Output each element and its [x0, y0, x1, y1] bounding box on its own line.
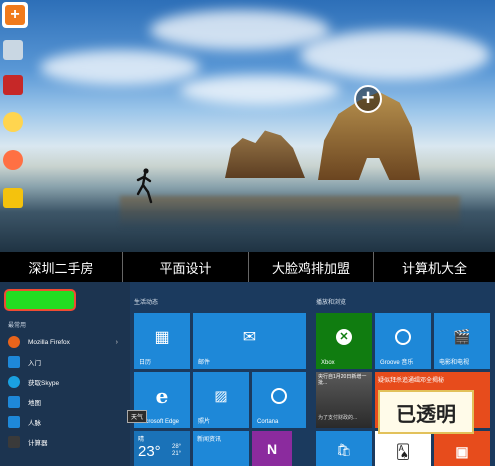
tile-mail[interactable]: ✉ 邮件: [193, 313, 306, 369]
rock-reflection: [120, 196, 460, 228]
start-menu-app-list: 最常用 Mozilla Firefox › 入门 获取Skype 地图 人脉 计…: [0, 282, 130, 466]
tile-cortana[interactable]: Cortana: [252, 372, 306, 428]
groove-icon: [395, 328, 411, 345]
weather-range: 28° 21°: [172, 444, 182, 457]
news-headline: 央行自1月20日新增一批...: [318, 374, 367, 386]
app-item-maps[interactable]: 地图: [0, 392, 130, 412]
tile-movies[interactable]: 🎬 电影和电视: [434, 313, 490, 369]
cortana-icon: [271, 387, 287, 404]
link-shenzhen-housing[interactable]: 深圳二手房: [0, 252, 123, 282]
app-item-firefox[interactable]: Mozilla Firefox ›: [0, 332, 130, 352]
calculator-icon: [8, 436, 20, 448]
transparent-badge: 已透明: [378, 390, 474, 434]
most-used-label: 最常用: [8, 323, 27, 329]
app-item-label: 计算器: [28, 440, 48, 447]
link-chicken-franchise[interactable]: 大脸鸡排加盟: [249, 252, 374, 282]
photos-icon: ▨: [214, 387, 228, 404]
tile-store[interactable]: 🛍: [316, 431, 372, 466]
user-account-button[interactable]: [4, 289, 76, 311]
tile-label: 邮件: [198, 360, 211, 366]
app-item-label: 获取Skype: [28, 380, 60, 387]
group-title-play: 播放和浏览: [316, 300, 347, 306]
firefox-icon: [8, 336, 20, 348]
app-item-label: 地图: [28, 400, 41, 407]
add-widget-button[interactable]: +: [2, 2, 28, 28]
office-icon: ▣: [455, 443, 469, 460]
map-icon: [8, 396, 20, 408]
app-item-label: 入门: [28, 360, 41, 367]
tile-label: Xbox: [321, 360, 335, 366]
desktop-icon-qq[interactable]: [3, 112, 23, 132]
app-item-calculator[interactable]: 计算器: [0, 432, 130, 452]
clapper-icon: 🎬: [453, 328, 471, 345]
app-item-label: Mozilla Firefox: [28, 338, 70, 346]
onenote-icon: N: [266, 440, 278, 457]
tile-news[interactable]: 央行自1月20日新增一批... 为了支付财政的...: [316, 372, 372, 428]
desktop-icon-app-yellow[interactable]: [3, 188, 23, 208]
tile-calendar[interactable]: ▦ 日历: [134, 313, 190, 369]
tile-news-app[interactable]: 新闻资讯: [193, 431, 249, 466]
money-headline: 疑似拜杀追通缉邓全揭秘: [378, 378, 445, 384]
tile-label: 照片: [198, 419, 211, 425]
group-title-life: 生活动态: [134, 300, 159, 306]
tile-groove[interactable]: Groove 音乐: [375, 313, 431, 369]
people-icon: [8, 416, 20, 428]
desktop-icon-app-orange[interactable]: [3, 150, 23, 170]
weather-condition: 晴: [138, 437, 145, 443]
tile-label: 新闻资讯: [197, 437, 222, 443]
tile-xbox[interactable]: ✕ Xbox: [316, 313, 372, 369]
app-item-label: 人脉: [28, 420, 41, 427]
store-icon: 🛍: [336, 443, 352, 458]
desktop-icon-app-red[interactable]: [3, 75, 23, 95]
runner-silhouette: [136, 168, 153, 204]
calendar-icon: ▦: [154, 328, 170, 346]
chevron-right-icon[interactable]: ›: [116, 339, 118, 346]
weather-temp: 23°: [138, 443, 161, 460]
app-item-people[interactable]: 人脉: [0, 412, 130, 432]
app-item-get-started[interactable]: 入门: [0, 352, 130, 372]
mail-icon: ✉: [242, 328, 257, 346]
lightbulb-icon: [8, 356, 20, 368]
xbox-icon: ✕: [336, 328, 352, 345]
tile-office[interactable]: ▣: [434, 431, 490, 466]
desktop-wallpaper: + +: [0, 0, 495, 252]
tile-label: 电影和电视: [439, 360, 470, 366]
desktop-icon-recycle[interactable]: [3, 40, 23, 60]
tile-weather[interactable]: 晴 23° 28° 21°: [134, 431, 190, 466]
start-menu: 最常用 Mozilla Firefox › 入门 获取Skype 地图 人脉 计…: [0, 282, 495, 466]
link-graphic-design[interactable]: 平面设计: [123, 252, 249, 282]
news-sub: 为了支付财政的...: [318, 415, 358, 421]
skype-icon: [8, 376, 20, 388]
link-bar: 深圳二手房 平面设计 大脸鸡排加盟 计算机大全: [0, 252, 495, 282]
tile-label: Cortana: [257, 419, 279, 425]
weather-tooltip: 天气: [127, 410, 148, 423]
tile-onenote[interactable]: N: [252, 431, 292, 466]
plus-icon: +: [5, 5, 25, 25]
link-computer-encyclopedia[interactable]: 计算机大全: [374, 252, 495, 282]
zoom-plus-icon[interactable]: +: [354, 85, 382, 113]
tile-label: Groove 音乐: [380, 360, 414, 366]
tile-solitaire[interactable]: 🂡: [375, 431, 431, 466]
sea-stack-rock: [225, 130, 305, 178]
edge-icon: e: [155, 383, 169, 408]
app-item-skype[interactable]: 获取Skype: [0, 372, 130, 392]
tile-label: 日历: [139, 360, 152, 366]
cards-icon: 🂡: [395, 443, 411, 460]
tile-photos[interactable]: ▨ 照片: [193, 372, 249, 428]
